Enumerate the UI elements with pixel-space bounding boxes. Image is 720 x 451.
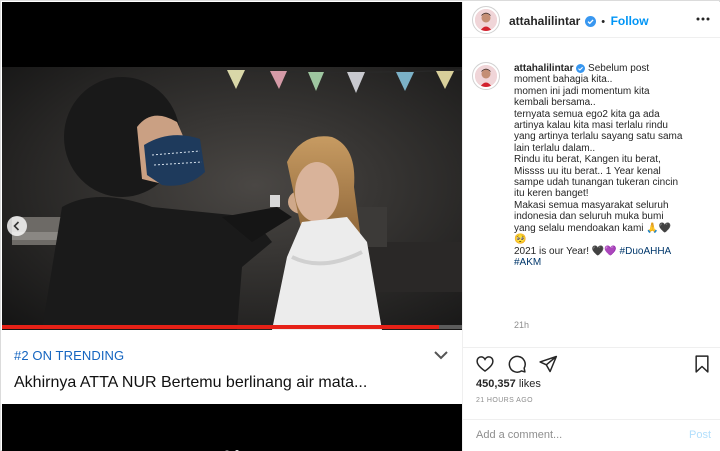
likes-label: likes: [518, 378, 541, 390]
previous-slide-button[interactable]: [7, 216, 27, 236]
post-media[interactable]: #2 ON TRENDING Akhirnya ATTA NUR Bertemu…: [2, 2, 462, 451]
avatar[interactable]: [475, 9, 497, 31]
caption-line: Missss uu itu berat.. 1 Year kenal: [514, 165, 661, 177]
caption-line: artinya kalau kita masi terlalu rindu: [514, 120, 668, 132]
video-caption: #2 ON TRENDING Akhirnya ATTA NUR Bertemu…: [2, 330, 462, 404]
caption-line: lain terlalu dalam..: [514, 142, 596, 154]
likes-number: 450,357: [476, 378, 516, 390]
post-side-panel: attahalilintar • Follow attahalilintar S…: [462, 2, 720, 451]
caption-line: itu keren banget!: [514, 188, 589, 200]
heart-icon[interactable]: [475, 354, 495, 374]
profile-photo-icon: [475, 65, 497, 87]
bookmark-icon[interactable]: [692, 354, 712, 374]
caption-line: ternyata semua ego2 kita ga ada: [514, 108, 660, 120]
comment-input[interactable]: Add a comment...: [476, 429, 562, 441]
profile-photo-icon: [475, 9, 497, 31]
chevron-left-icon: [13, 221, 20, 231]
carousel-dots: [224, 441, 240, 451]
more-options-icon[interactable]: [695, 12, 711, 26]
caption-line: 🥺: [514, 234, 527, 246]
caption-username[interactable]: attahalilintar: [514, 63, 573, 74]
caption-line: Makasi semua masyarakat seluruh: [514, 199, 669, 211]
caption-line: 2021 is our Year! 🖤💜: [514, 245, 617, 257]
post-timestamp[interactable]: 21 HOURS AGO: [476, 397, 533, 404]
add-comment-bar: Add a comment... Post: [463, 419, 720, 451]
post-dialog: #2 ON TRENDING Akhirnya ATTA NUR Bertemu…: [0, 0, 720, 451]
hashtag-link[interactable]: #DuoAHHA: [620, 246, 672, 257]
verified-badge-icon: [584, 16, 596, 27]
caption-line: yang selalu mendoakan kami 🙏🖤: [514, 222, 672, 234]
chevron-down-icon[interactable]: [430, 344, 452, 366]
caption-line: sampe udah tunangan tukeran cincin: [514, 177, 679, 189]
video-progress-bar: [2, 325, 462, 329]
caption-first-line: attahalilintar Sebelum post: [514, 63, 714, 74]
paper-plane-icon[interactable]: [538, 354, 558, 374]
caption-area: attahalilintar Sebelum post moment bahag…: [463, 59, 720, 340]
caption-line: Sebelum post: [588, 63, 650, 74]
video-progress-fill: [2, 325, 439, 329]
caption-time-ago: 21h: [514, 320, 530, 330]
follow-button[interactable]: Follow: [611, 14, 649, 28]
post-comment-button[interactable]: Post: [689, 429, 711, 441]
caption-avatar[interactable]: [475, 65, 497, 87]
likes-count[interactable]: 450,357 likes: [476, 378, 541, 390]
hashtag-link[interactable]: #AKM: [514, 257, 714, 268]
comment-icon[interactable]: [507, 354, 527, 374]
caption-line-hashtags: 2021 is our Year! 🖤💜 #DuoAHHA: [514, 246, 714, 257]
video-frame: [2, 67, 462, 330]
action-bar: [463, 347, 720, 373]
trending-label: #2 ON TRENDING: [14, 348, 125, 363]
verified-badge-icon: [576, 64, 586, 73]
caption-line: indonesia dan seluruh muka bumi: [514, 211, 664, 223]
post-header: attahalilintar • Follow: [463, 2, 720, 38]
header-user-info: attahalilintar • Follow: [509, 12, 649, 30]
caption-line: yang artinya terlalu sayang satu sama: [514, 131, 683, 143]
caption-line: momen ini jadi momentum kita: [514, 85, 650, 97]
caption-line: moment bahagia kita..: [514, 74, 613, 86]
header-username[interactable]: attahalilintar: [509, 14, 580, 28]
video-title: Akhirnya ATTA NUR Bertemu berlinang air …: [14, 374, 368, 391]
caption-line: kembali bersama..: [514, 97, 596, 109]
caption-line: Rindu itu berat, Kangen itu berat,: [514, 154, 661, 166]
header-separator: •: [601, 16, 606, 28]
caption-text: attahalilintar Sebelum post moment bahag…: [514, 63, 714, 268]
